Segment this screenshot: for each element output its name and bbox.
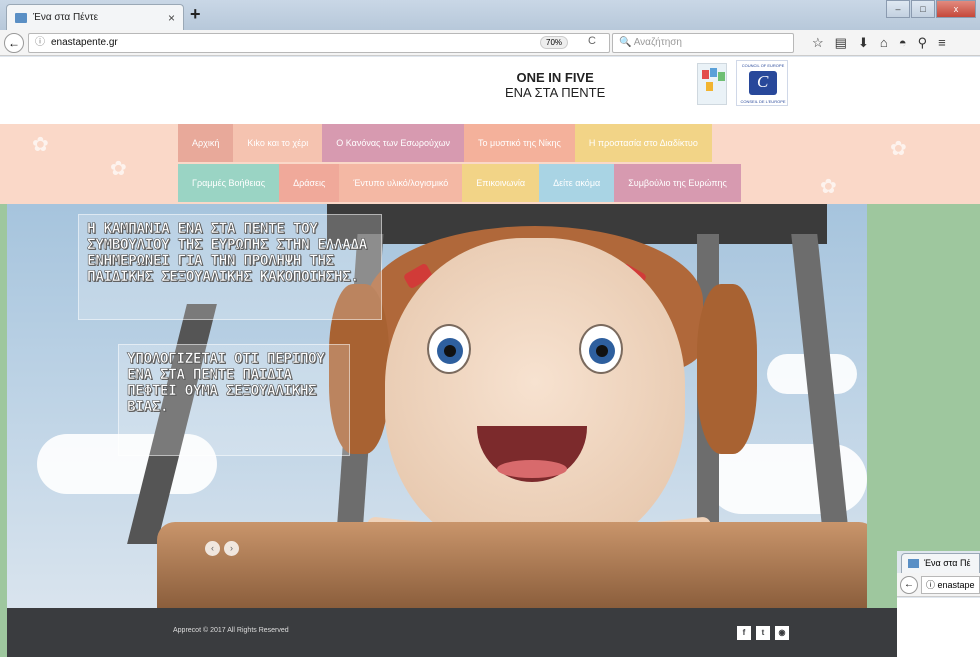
menu-row-2: Γραμμές Βοήθειας Δράσεις Έντυπο υλικό/λο… [178,164,741,202]
menu-item-contact[interactable]: Επικοινωνία [462,164,540,202]
logo-line-greek: ΕΝΑ ΣΤΑ ΠΕΝΤΕ [505,85,606,100]
logo-line-english: ONE IN FIVE [516,70,594,85]
site-header: ONE IN FIVE ΕΝΑ ΣΤΑ ΠΕΝΤΕ COUNCIL OF EUR… [0,57,980,122]
coe-emblem-icon [749,71,777,95]
slider-next-button[interactable]: › [224,541,239,556]
extension-icon[interactable]: ⚲ [918,35,928,51]
toolbar-icons: ☆ ▤ ⬇ ⌂ ◓ ⚲ ≡ [812,35,946,51]
favicon-icon [908,559,919,568]
copyright-text: Apprecot © 2017 All Rights Reserved [173,627,289,634]
main-menu: ✿ ✿ ✿ ✿ Αρχική Κιko και το χέρι Ο Κανόνα… [0,124,980,204]
facebook-icon[interactable]: f [737,626,751,640]
character-eye [579,324,623,374]
slider-arrows: ‹ › [205,541,239,556]
browser-window: Ένα στα Πέντε × + – □ x ← ⓘ enastapente.g… [0,0,980,657]
tab-close-icon[interactable]: × [168,11,175,25]
balloon-basket [157,522,867,608]
title-bar: Ένα στα Πέντε × + – □ x [0,0,980,30]
tab-title: Ένα στα Πέντε [33,12,99,23]
menu-item-council-of-europe[interactable]: Συμβούλιο της Ευρώπης [614,164,741,202]
home-icon[interactable]: ⌂ [880,35,888,51]
site-logo-text[interactable]: ONE IN FIVE ΕΝΑ ΣΤΑ ΠΕΝΤΕ [505,70,605,100]
second-window-tab-title: Ένα στα Πέ [924,558,971,568]
hero-caption-2-text: ΥΠΟΛΟΓΙΖΕΤΑΙ ΟΤΙ ΠΕΡΙΠΟΥ ΕΝΑ ΣΤΑ ΠΕΝΤΕ Π… [127,351,326,416]
menu-icon[interactable]: ≡ [938,35,946,51]
reading-list-icon[interactable]: ▤ [835,35,847,51]
twitter-icon[interactable]: t [756,626,770,640]
maximize-button[interactable]: □ [911,0,935,18]
reload-icon[interactable]: C [588,35,596,47]
menu-item-actions[interactable]: Δράσεις [279,164,340,202]
search-input[interactable]: 🔍 Αναζήτηση [612,33,794,53]
url-text: enastapente.gr [51,37,118,48]
character-eye [427,324,471,374]
flower-icon: ✿ [32,134,49,156]
menu-item-home[interactable]: Αρχική [178,124,234,162]
flower-icon: ✿ [820,176,837,198]
menu-item-underwear-rule[interactable]: Ο Κανόνας των Εσωρούχων [322,124,464,162]
flower-icon: ✿ [110,158,127,180]
navigation-bar: ← ⓘ enastapente.gr 70% C 🔍 Αναζήτηση ☆ ▤ … [0,30,980,56]
site-footer: Apprecot © 2017 All Rights Reserved f t … [7,608,897,657]
second-window-tab[interactable]: Ένα στα Πέ [901,553,980,573]
downloads-icon[interactable]: ⬇ [858,35,869,51]
close-window-button[interactable]: x [936,0,976,18]
second-window-address-bar[interactable]: ⓘ enastape [921,576,980,594]
slider-prev-button[interactable]: ‹ [205,541,220,556]
pocket-icon[interactable]: ◓ [899,35,907,51]
social-links: f t ◉ [737,626,789,640]
web-page: ONE IN FIVE ΕΝΑ ΣΤΑ ΠΕΝΤΕ COUNCIL OF EUR… [0,57,980,657]
second-browser-window: Ένα στα Πέ ← ⓘ enastape [897,551,980,657]
hero-caption-2: ΥΠΟΛΟΓΙΖΕΤΑΙ ΟΤΙ ΠΕΡΙΠΟΥ ΕΝΑ ΣΤΑ ΠΕΝΤΕ Π… [118,344,350,456]
back-button[interactable]: ← [900,576,918,594]
search-placeholder: Αναζήτηση [633,37,682,48]
menu-item-nikis-secret[interactable]: Το μυστικό της Νίκης [464,124,575,162]
hero-slider: Η ΚΑΜΠΑΝΙΑ ΕΝΑ ΣΤΑ ΠΕΝΤΕ ΤΟΥ ΣΥΜΒΟΥΛΙΟΥ … [0,204,980,608]
browser-tab[interactable]: Ένα στα Πέντε × [6,4,184,30]
menu-row-1: Αρχική Κιko και το χέρι Ο Κανόνας των Εσ… [178,124,712,162]
bookmark-star-icon[interactable]: ☆ [812,35,824,51]
flower-icon: ✿ [890,138,907,160]
hero-caption-1-text: Η ΚΑΜΠΑΝΙΑ ΕΝΑ ΣΤΑ ΠΕΝΤΕ ΤΟΥ ΣΥΜΒΟΥΛΙΟΥ … [87,221,368,286]
site-info-icon[interactable]: ⓘ [35,37,45,48]
menu-item-printed-material[interactable]: Έντυπο υλικό/λογισμικό [339,164,463,202]
menu-item-kiko[interactable]: Κιko και το χέρι [233,124,323,162]
menu-item-internet-safety[interactable]: Η προστασία στο Διαδίκτυο [574,124,712,162]
coe-top-text: COUNCIL OF EUROPE [741,63,785,68]
back-button[interactable]: ← [4,33,24,53]
menu-item-helplines[interactable]: Γραμμές Βοήθειας [178,164,280,202]
address-bar[interactable]: ⓘ enastapente.gr [28,33,610,53]
second-window-page [897,598,980,657]
minimize-button[interactable]: – [886,0,910,18]
favicon-icon [15,12,27,23]
second-window-nav: ← ⓘ enastape [897,573,980,597]
window-controls: – □ x [885,0,976,18]
council-of-europe-logo[interactable]: COUNCIL OF EUROPE CONSEIL DE L'EUROPE [736,60,788,106]
menu-item-see-more[interactable]: Δείτε ακόμα [539,164,615,202]
character-head [385,238,685,558]
globe-icon[interactable]: ◉ [775,626,789,640]
zoom-indicator[interactable]: 70% [540,36,569,49]
one-in-five-logo[interactable] [697,63,727,105]
new-tab-button[interactable]: + [190,4,201,25]
coe-bottom-text: CONSEIL DE L'EUROPE [740,99,786,104]
hero-caption-1: Η ΚΑΜΠΑΝΙΑ ΕΝΑ ΣΤΑ ΠΕΝΤΕ ΤΟΥ ΣΥΜΒΟΥΛΙΟΥ … [78,214,382,320]
